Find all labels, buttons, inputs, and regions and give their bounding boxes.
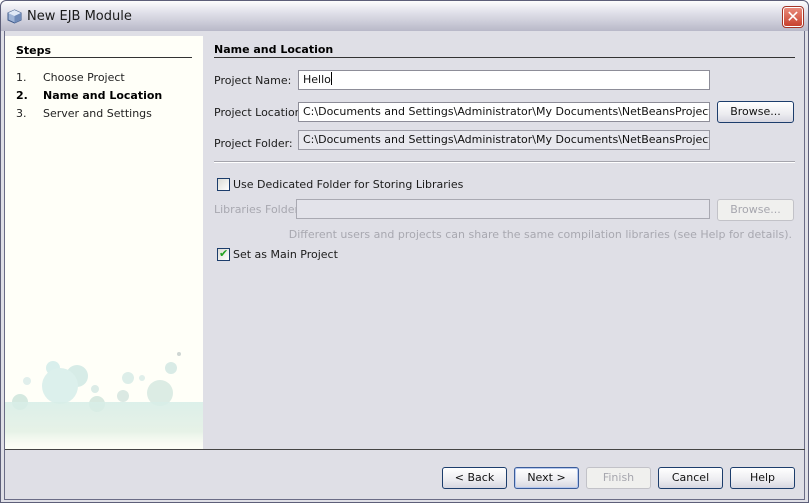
project-name-input[interactable]: Hello bbox=[298, 70, 710, 90]
text-caret bbox=[330, 72, 332, 85]
step-number: 2. bbox=[16, 89, 28, 102]
separator bbox=[214, 161, 795, 163]
dedicated-folder-label[interactable]: Use Dedicated Folder for Storing Librari… bbox=[233, 178, 463, 191]
cube-icon bbox=[7, 9, 22, 24]
main-project-label[interactable]: Set as Main Project bbox=[233, 248, 338, 261]
project-location-label: Project Location: bbox=[214, 106, 306, 119]
dedicated-folder-checkbox[interactable] bbox=[217, 178, 230, 191]
step-label: Server and Settings bbox=[43, 107, 152, 120]
help-button[interactable]: Help bbox=[730, 467, 795, 489]
footer-divider bbox=[5, 449, 805, 450]
libraries-hint-text: Different users and projects can share t… bbox=[288, 228, 792, 241]
project-name-value: Hello bbox=[303, 73, 331, 86]
section-title: Name and Location bbox=[214, 43, 334, 56]
project-folder-value: C:\Documents and Settings\Administrator\… bbox=[303, 133, 710, 146]
next-button[interactable]: Next > bbox=[514, 467, 579, 489]
project-location-value: C:\Documents and Settings\Administrator\… bbox=[303, 105, 710, 118]
finish-button[interactable]: Finish bbox=[586, 467, 651, 489]
step-label: Choose Project bbox=[43, 71, 125, 84]
project-folder-field[interactable]: C:\Documents and Settings\Administrator\… bbox=[298, 130, 710, 150]
step-number: 3. bbox=[16, 107, 27, 120]
steps-title: Steps bbox=[16, 44, 52, 57]
main-project-checkbox[interactable]: ✔ bbox=[217, 247, 230, 261]
project-folder-label: Project Folder: bbox=[214, 137, 293, 150]
dialog-window: New EJB Module ✕ Steps 1. Choose Project… bbox=[0, 0, 809, 503]
cancel-button[interactable]: Cancel bbox=[658, 467, 723, 489]
back-button[interactable]: < Back bbox=[442, 467, 507, 489]
decorative-bubbles-graphic bbox=[5, 352, 203, 449]
project-location-input[interactable]: C:\Documents and Settings\Administrator\… bbox=[298, 102, 710, 122]
close-button[interactable]: ✕ bbox=[782, 6, 804, 28]
libraries-folder-label: Libraries Folder: bbox=[214, 203, 303, 216]
checkmark-icon: ✔ bbox=[219, 247, 229, 260]
title-bar[interactable]: New EJB Module ✕ bbox=[1, 1, 808, 31]
libraries-folder-browse-button[interactable]: Browse... bbox=[717, 199, 794, 221]
step-label: Name and Location bbox=[43, 89, 163, 102]
project-location-browse-button[interactable]: Browse... bbox=[717, 101, 794, 123]
step-number: 1. bbox=[16, 71, 27, 84]
project-name-label: Project Name: bbox=[214, 74, 292, 87]
steps-divider bbox=[16, 57, 192, 58]
steps-panel: Steps 1. Choose Project 2. Name and Loca… bbox=[5, 36, 203, 449]
window-title: New EJB Module bbox=[27, 9, 132, 24]
close-icon: ✕ bbox=[786, 7, 800, 26]
libraries-folder-input[interactable] bbox=[296, 199, 710, 219]
section-divider bbox=[214, 57, 795, 58]
